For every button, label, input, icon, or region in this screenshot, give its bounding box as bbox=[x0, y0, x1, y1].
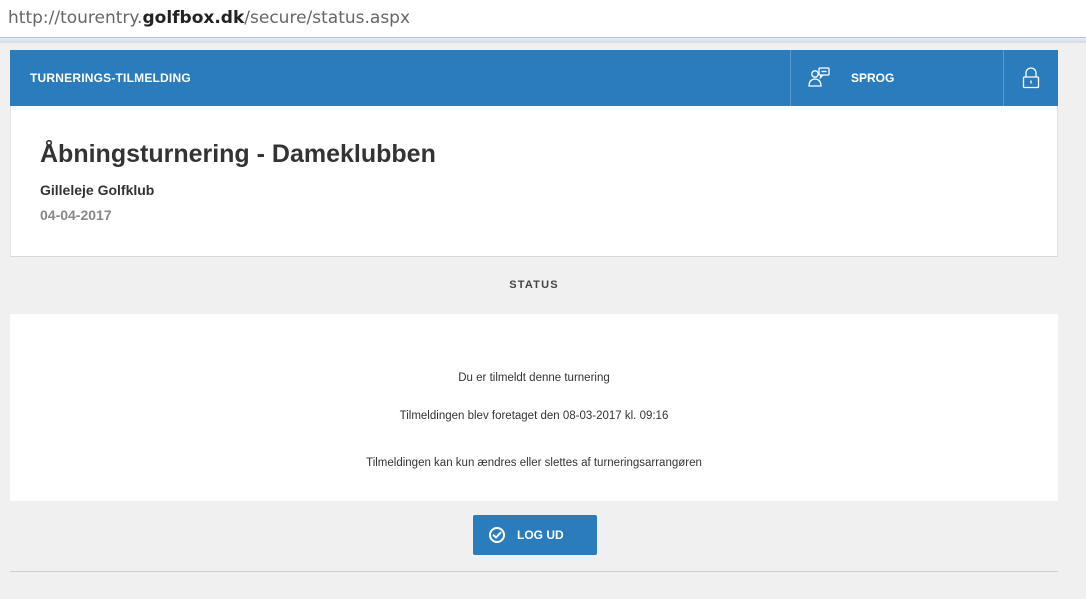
status-registered-text: Du er tilmeldt denne turnering bbox=[458, 372, 610, 384]
status-note-text: Tilmeldingen kan kun ændres eller slette… bbox=[366, 457, 702, 469]
logout-label: LOG UD bbox=[517, 528, 564, 542]
content-frame: TURNERINGS-TILMELDING SPROG Åbningsturne… bbox=[10, 43, 1058, 599]
status-timestamp-text: Tilmeldingen blev foretaget den 08-03-20… bbox=[399, 410, 669, 422]
top-bar: TURNERINGS-TILMELDING SPROG bbox=[10, 50, 1058, 106]
url-suffix: /secure/status.aspx bbox=[244, 8, 411, 28]
check-circle-icon bbox=[489, 527, 505, 543]
tournament-header: Åbningsturnering - Dameklubben Gilleleje… bbox=[10, 106, 1058, 257]
tournament-name: Åbningsturnering - Dameklubben bbox=[40, 140, 436, 168]
address-bar[interactable]: http://tourentry.golfbox.dk/secure/statu… bbox=[0, 0, 1086, 36]
status-heading: STATUS bbox=[10, 257, 1058, 314]
language-label: SPROG bbox=[851, 71, 895, 85]
url-prefix: http://tourentry. bbox=[8, 8, 143, 28]
page: TURNERINGS-TILMELDING SPROG Åbningsturne… bbox=[0, 43, 1086, 599]
lock-button[interactable] bbox=[1003, 50, 1059, 106]
tournament-date: 04-04-2017 bbox=[40, 207, 112, 223]
footer-divider bbox=[10, 571, 1058, 572]
status-panel: Du er tilmeldt denne turnering Tilmeldin… bbox=[10, 314, 1058, 501]
club-name: Gilleleje Golfklub bbox=[40, 182, 155, 198]
language-icon bbox=[808, 67, 830, 87]
language-button[interactable]: SPROG bbox=[790, 50, 1004, 106]
logout-button[interactable]: LOG UD bbox=[473, 515, 597, 555]
lock-icon bbox=[1022, 67, 1040, 89]
url-domain: golfbox.dk bbox=[142, 8, 245, 28]
app-title: TURNERINGS-TILMELDING bbox=[30, 71, 191, 85]
